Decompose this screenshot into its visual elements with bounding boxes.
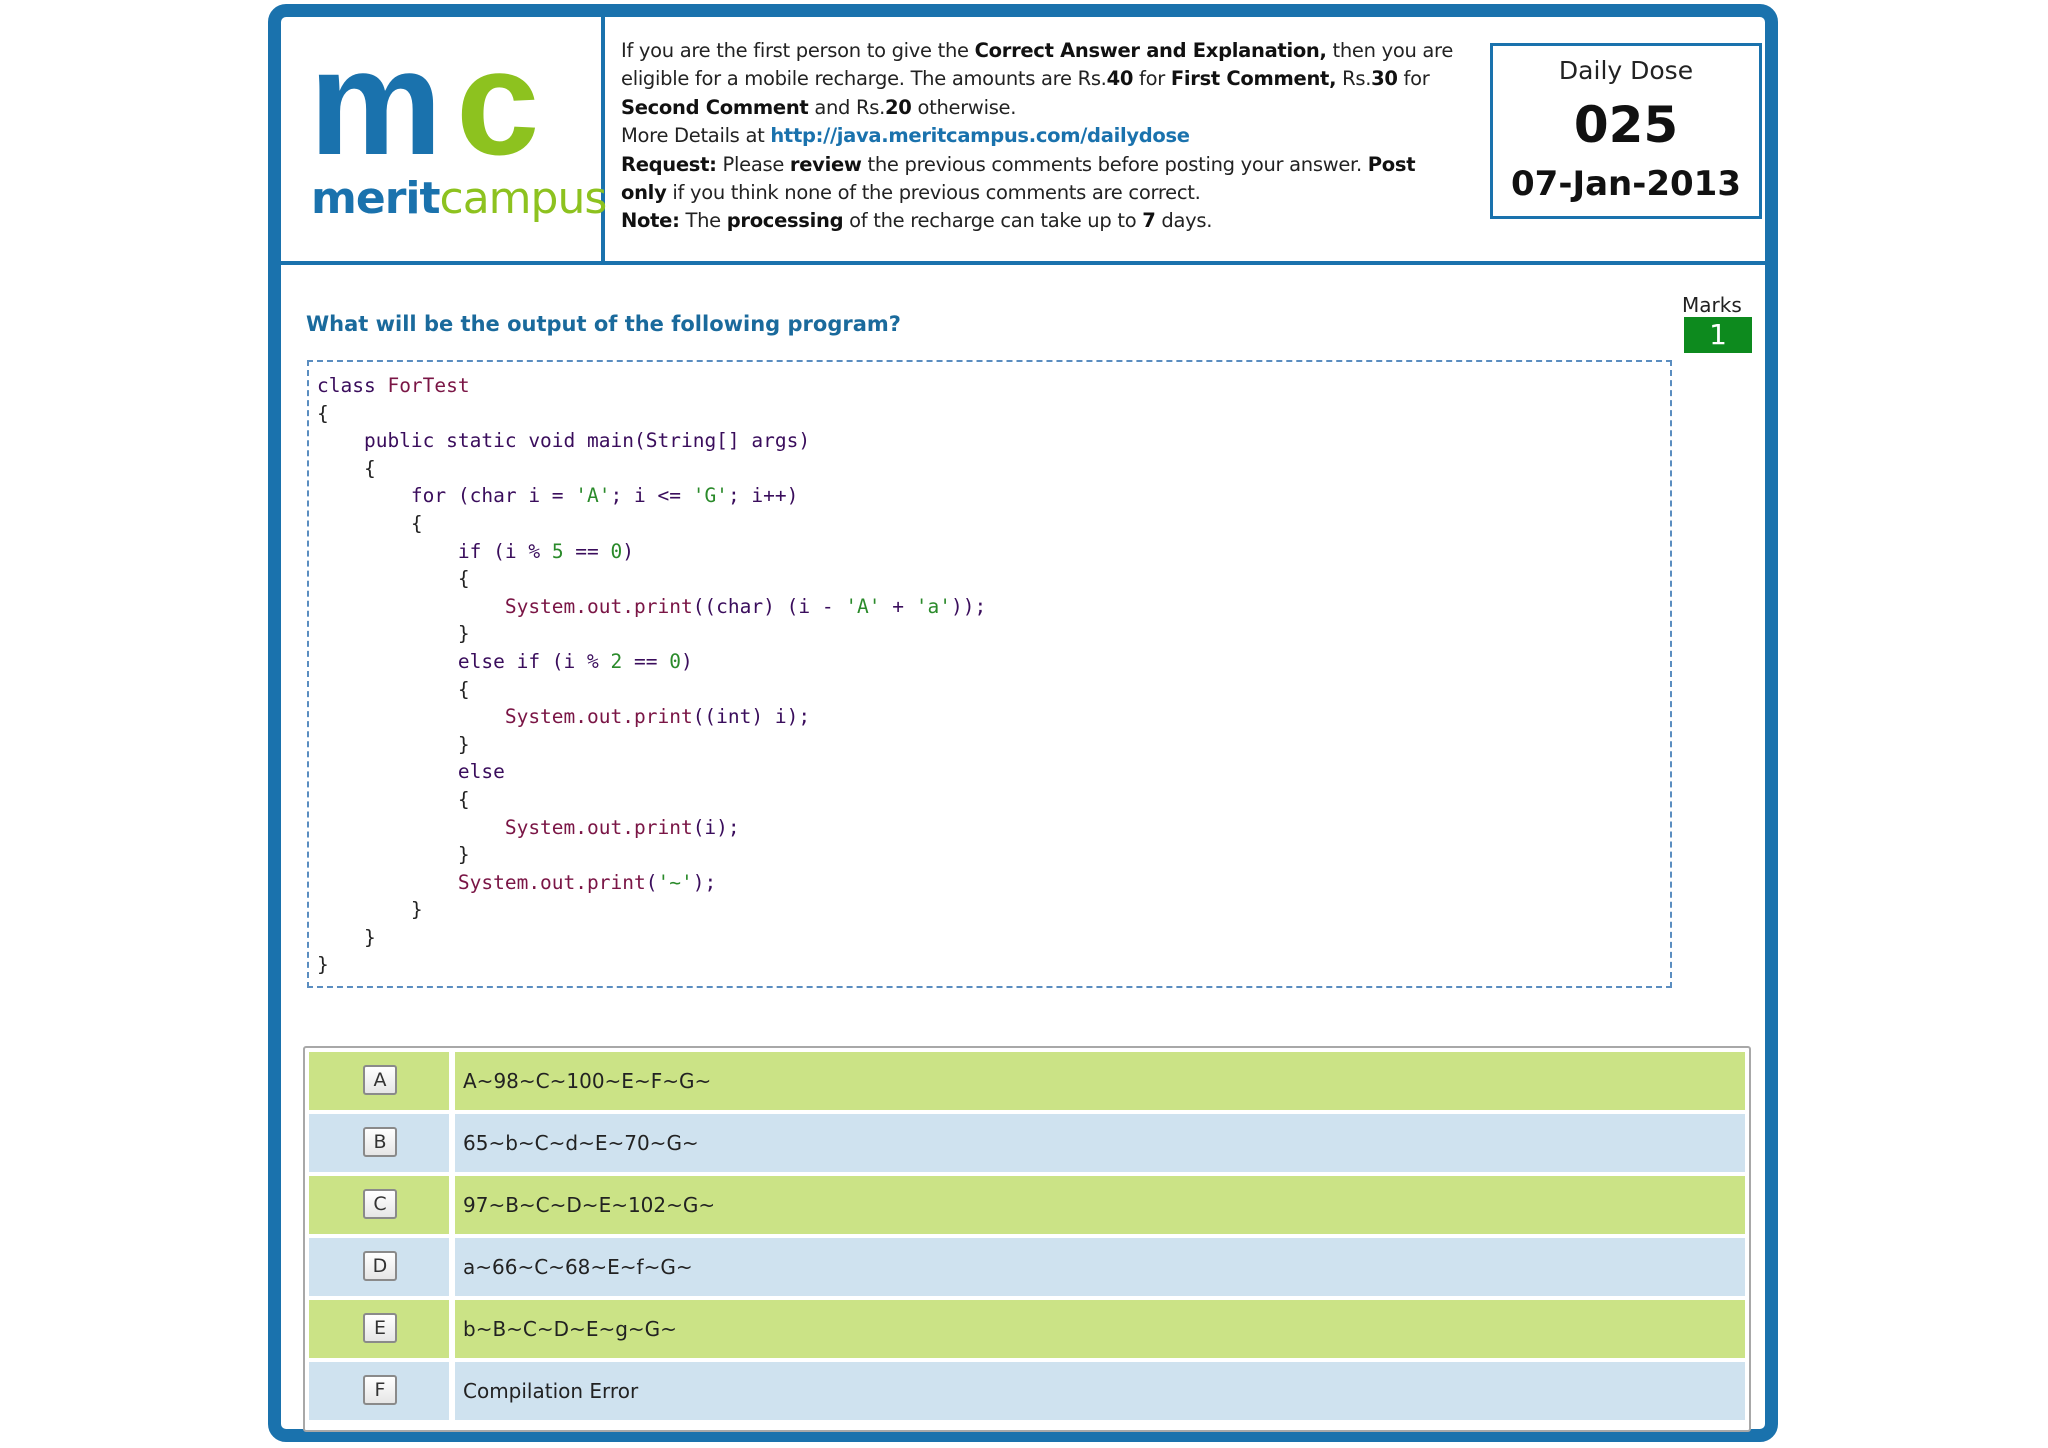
option-text[interactable]: Compilation Error	[463, 1362, 638, 1420]
code-line: }	[317, 925, 376, 949]
info-line-2: eligible for a mobile recharge. The amou…	[621, 67, 1430, 91]
code-line: }	[317, 953, 329, 977]
code-line: }	[317, 843, 470, 867]
info-line-6: only if you think none of the previous c…	[621, 181, 1201, 205]
option-text[interactable]: 97~B~C~D~E~102~G~	[463, 1176, 715, 1234]
logo-mark-m: m	[309, 18, 442, 186]
code-line: System.out.print((int) i);	[317, 705, 811, 729]
daily-dose-link[interactable]: http://java.meritcampus.com/dailydose	[770, 124, 1190, 147]
dose-title: Daily Dose	[1558, 56, 1694, 85]
info-line-1: If you are the first person to give the …	[621, 39, 1454, 62]
logo-word-campus: campus	[439, 173, 608, 224]
code-line: else if (i % 2 == 0)	[317, 649, 693, 673]
option-f[interactable]: F Compilation Error	[309, 1362, 1745, 1420]
option-letter-badge[interactable]: D	[363, 1251, 397, 1281]
daily-dose-box: Daily Dose 025 07-Jan-2013	[1490, 43, 1762, 219]
code-line: System.out.print('~');	[317, 870, 717, 894]
marks-badge: 1	[1684, 317, 1752, 353]
option-e[interactable]: E b~B~C~D~E~g~G~	[309, 1300, 1745, 1358]
info-line-3: Second Comment and Rs.20 otherwise.	[621, 95, 1017, 119]
answer-options: A A~98~C~100~E~F~G~ B 65~b~C~d~E~70~G~ C…	[303, 1046, 1751, 1432]
code-listing: class ForTest { public static void main(S…	[317, 372, 986, 979]
code-line: {	[317, 456, 376, 480]
option-b[interactable]: B 65~b~C~d~E~70~G~	[309, 1114, 1745, 1172]
option-letter-badge[interactable]: A	[363, 1065, 397, 1095]
code-line: {	[317, 511, 423, 535]
option-d[interactable]: D a~66~C~68~E~f~G~	[309, 1238, 1745, 1296]
reward-info: If you are the first person to give the …	[621, 37, 1461, 236]
dose-number: 025	[1573, 96, 1679, 154]
option-letter-badge[interactable]: F	[363, 1375, 397, 1405]
dose-date: 07-Jan-2013	[1511, 164, 1741, 204]
meritcampus-logo: m c meritcampus	[281, 17, 607, 261]
option-c[interactable]: C 97~B~C~D~E~102~G~	[309, 1176, 1745, 1234]
info-line-5: Request: Please review the previous comm…	[621, 152, 1416, 176]
code-line: {	[317, 567, 470, 591]
question-text: What will be the output of the following…	[306, 312, 901, 336]
code-line: else	[317, 760, 505, 784]
code-line: }	[317, 732, 470, 756]
code-line: if (i % 5 == 0)	[317, 539, 635, 563]
code-block: class ForTest { public static void main(S…	[307, 360, 1672, 988]
option-text[interactable]: b~B~C~D~E~g~G~	[463, 1300, 677, 1358]
code-line: }	[317, 898, 423, 922]
code-line: System.out.print((char) (i - 'A' + 'a'))…	[317, 594, 987, 618]
marks-label: Marks	[1682, 293, 1742, 317]
code-line: {	[317, 677, 470, 701]
option-text[interactable]: a~66~C~68~E~f~G~	[463, 1238, 693, 1296]
code-line: {	[317, 401, 329, 425]
code-line: for (char i = 'A'; i <= 'G'; i++)	[317, 484, 799, 508]
code-line: {	[317, 787, 470, 811]
header: m c meritcampus If you are the first per…	[281, 17, 1765, 265]
code-line: System.out.print(i);	[317, 815, 740, 839]
logo-mark-c: c	[456, 18, 540, 186]
daily-dose-card: m c meritcampus If you are the first per…	[268, 4, 1778, 1442]
info-line-7: Note: The processing of the recharge can…	[621, 209, 1213, 233]
code-line: public static void main(String[] args)	[317, 429, 811, 453]
option-a[interactable]: A A~98~C~100~E~F~G~	[309, 1052, 1745, 1110]
logo-word-merit: merit	[311, 173, 441, 224]
option-text[interactable]: 65~b~C~d~E~70~G~	[463, 1114, 699, 1172]
option-letter-badge[interactable]: C	[363, 1189, 397, 1219]
option-text[interactable]: A~98~C~100~E~F~G~	[463, 1052, 711, 1110]
code-line: }	[317, 622, 470, 646]
option-letter-badge[interactable]: E	[363, 1313, 397, 1343]
option-letter-badge[interactable]: B	[363, 1127, 397, 1157]
code-line: class ForTest	[317, 374, 470, 397]
logo-wordmark: meritcampus	[311, 177, 607, 221]
info-line-4: More Details at http://java.meritcampus.…	[621, 124, 1190, 148]
